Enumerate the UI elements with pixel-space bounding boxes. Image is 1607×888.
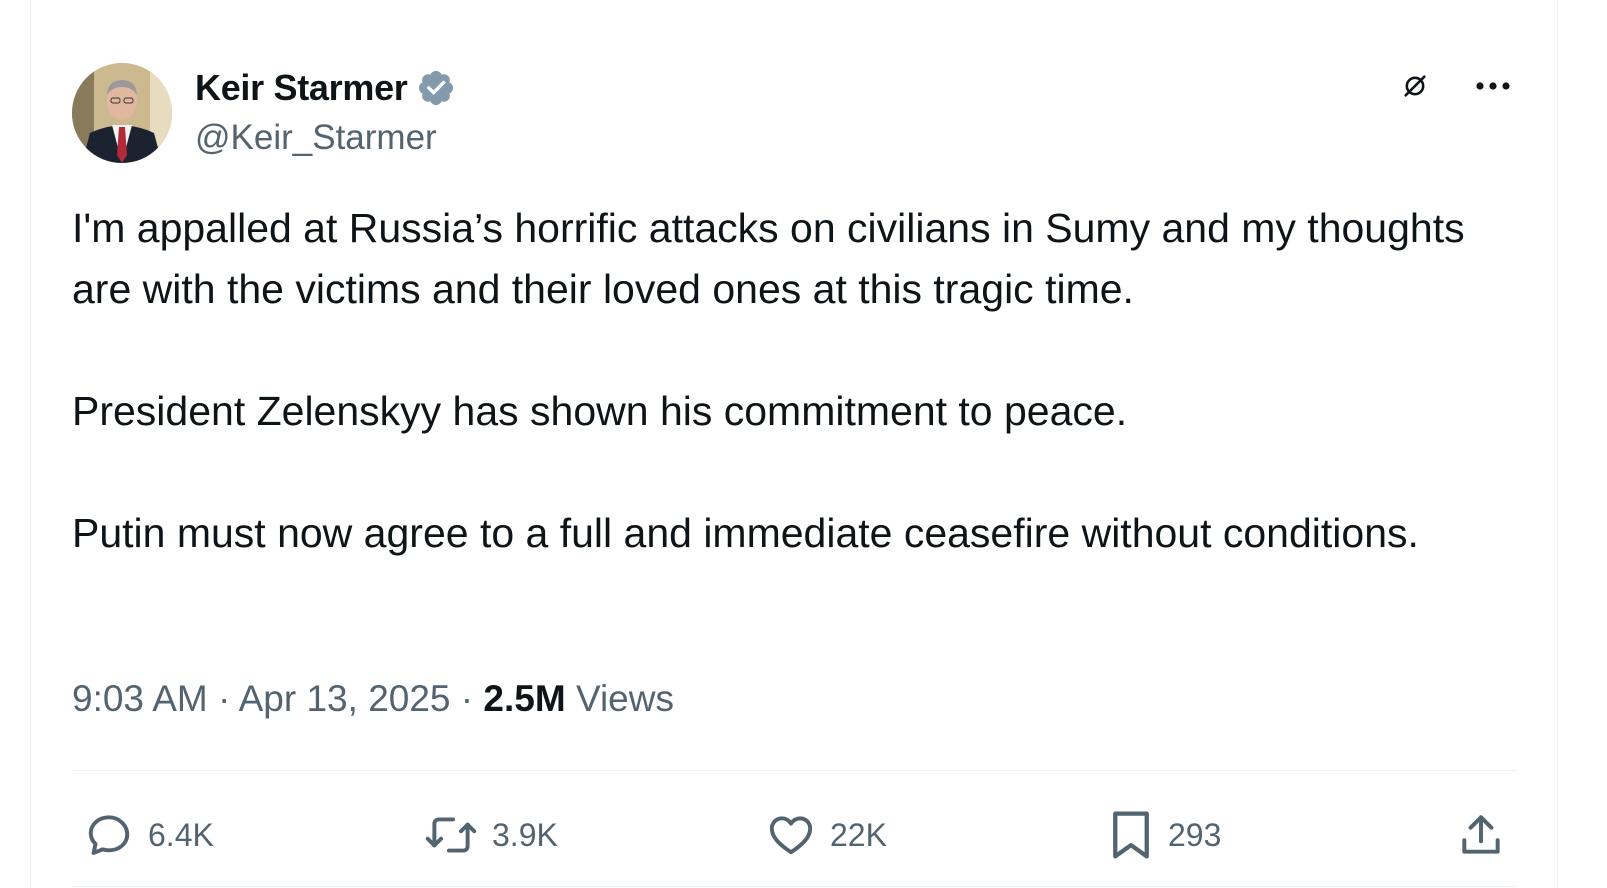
bookmark-icon xyxy=(1113,811,1149,859)
repost-button[interactable]: 3.9K xyxy=(424,800,558,870)
like-count: 22K xyxy=(830,816,887,853)
action-bar: 6.4K 3.9K 22K 293 xyxy=(72,800,1518,870)
reply-icon xyxy=(88,815,130,855)
tweet-text: I'm appalled at Russia’s horrific attack… xyxy=(72,198,1532,564)
like-button[interactable]: 22K xyxy=(766,800,887,870)
verified-badge-icon[interactable] xyxy=(416,68,456,108)
like-icon xyxy=(769,816,813,855)
tweet-top-actions xyxy=(1397,68,1511,104)
bookmark-button[interactable]: 293 xyxy=(1108,800,1221,870)
reply-count: 6.4K xyxy=(148,816,214,853)
tweet-paragraph: Putin must now agree to a full and immed… xyxy=(72,510,1419,556)
divider xyxy=(72,770,1518,771)
author-avatar[interactable] xyxy=(72,63,172,163)
tweet-paragraph: I'm appalled at Russia’s horrific attack… xyxy=(72,205,1465,312)
tweet-paragraph: President Zelenskyy has shown his commit… xyxy=(72,388,1128,434)
repost-icon xyxy=(425,817,477,853)
author-display-name[interactable]: Keir Starmer xyxy=(195,67,408,109)
share-button[interactable] xyxy=(1456,800,1506,870)
more-icon[interactable] xyxy=(1475,68,1511,104)
reply-button[interactable]: 6.4K xyxy=(84,800,214,870)
author-handle[interactable]: @Keir_Starmer xyxy=(195,118,437,158)
divider xyxy=(72,886,1518,887)
share-icon xyxy=(1462,815,1500,854)
repost-count: 3.9K xyxy=(492,816,558,853)
tweet-date[interactable]: Apr 13, 2025 xyxy=(239,678,451,719)
grok-icon[interactable] xyxy=(1397,68,1433,104)
tweet-meta: 9:03 AM · Apr 13, 2025 · 2.5M Views xyxy=(72,678,674,720)
avatar-image xyxy=(72,63,172,163)
meta-separator: · xyxy=(218,678,231,719)
views-count: 2.5M xyxy=(483,678,566,719)
author-name-row: Keir Starmer xyxy=(195,66,456,110)
views-label: Views xyxy=(575,678,674,719)
meta-separator: · xyxy=(460,678,474,719)
bookmark-count: 293 xyxy=(1168,816,1222,853)
tweet-time[interactable]: 9:03 AM xyxy=(72,678,208,719)
